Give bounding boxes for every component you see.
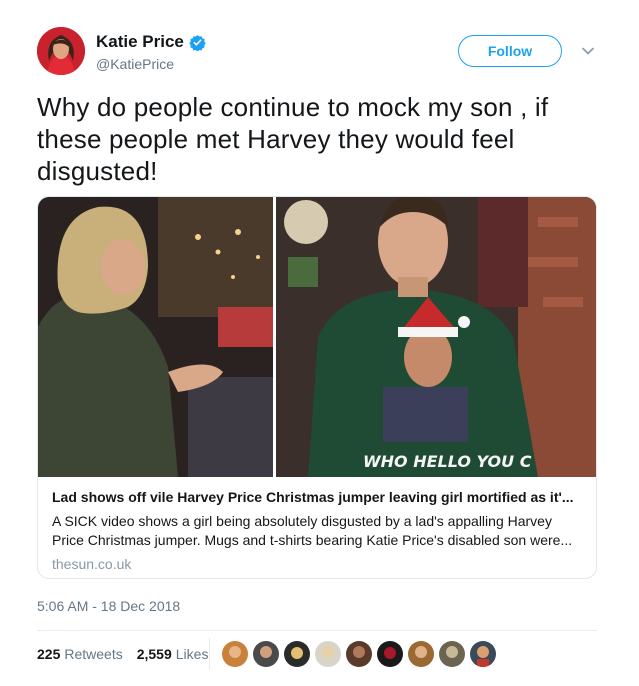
card-domain: thesun.co.uk [52,556,132,572]
timestamp[interactable]: 5:06 AM - 18 Dec 2018 [37,598,180,614]
retweets-label: Retweets [64,646,123,662]
link-card[interactable]: WHO HELLO YOU C Lad shows off vile Harve… [37,196,597,579]
follow-button[interactable]: Follow [458,35,562,67]
likes-label: Likes [175,646,209,662]
jumper-text: WHO HELLO YOU C [363,452,532,471]
card-image: WHO HELLO YOU C [38,197,596,477]
card-title[interactable]: Lad shows off vile Harvey Price Christma… [52,487,582,507]
author-name-row[interactable]: Katie Price [96,32,206,52]
chevron-down-icon[interactable] [581,44,595,58]
liker-avatar[interactable] [222,641,248,667]
tweet-text: Why do people continue to mock my son , … [37,92,549,186]
card-body: Lad shows off vile Harvey Price Christma… [52,487,582,572]
likes-count: 2,559 [136,646,172,662]
retweets-stat[interactable]: 225 Retweets [37,646,123,662]
liker-avatar[interactable] [439,641,465,667]
likers-avatars [222,641,496,667]
author-name[interactable]: Katie Price [96,32,184,52]
tweet-stats: 225 Retweets 2,559 Likes [37,646,208,662]
liker-avatar[interactable] [408,641,434,667]
liker-avatar[interactable] [346,641,372,667]
retweets-count: 225 [37,646,61,662]
card-description: A SICK video shows a girl being absolute… [52,513,573,548]
liker-avatar[interactable] [284,641,310,667]
verified-badge-icon [189,34,206,51]
likes-stat[interactable]: 2,559 Likes [137,646,209,662]
avatar[interactable] [37,27,85,75]
liker-avatar[interactable] [470,641,496,667]
liker-avatar[interactable] [377,641,403,667]
liker-avatar[interactable] [315,641,341,667]
liker-avatar[interactable] [253,641,279,667]
divider [37,630,597,631]
author-handle[interactable]: @KatiePrice [96,56,174,72]
stats-separator [209,638,210,670]
tweet: Katie Price @KatiePrice Follow Why do pe… [0,0,639,686]
